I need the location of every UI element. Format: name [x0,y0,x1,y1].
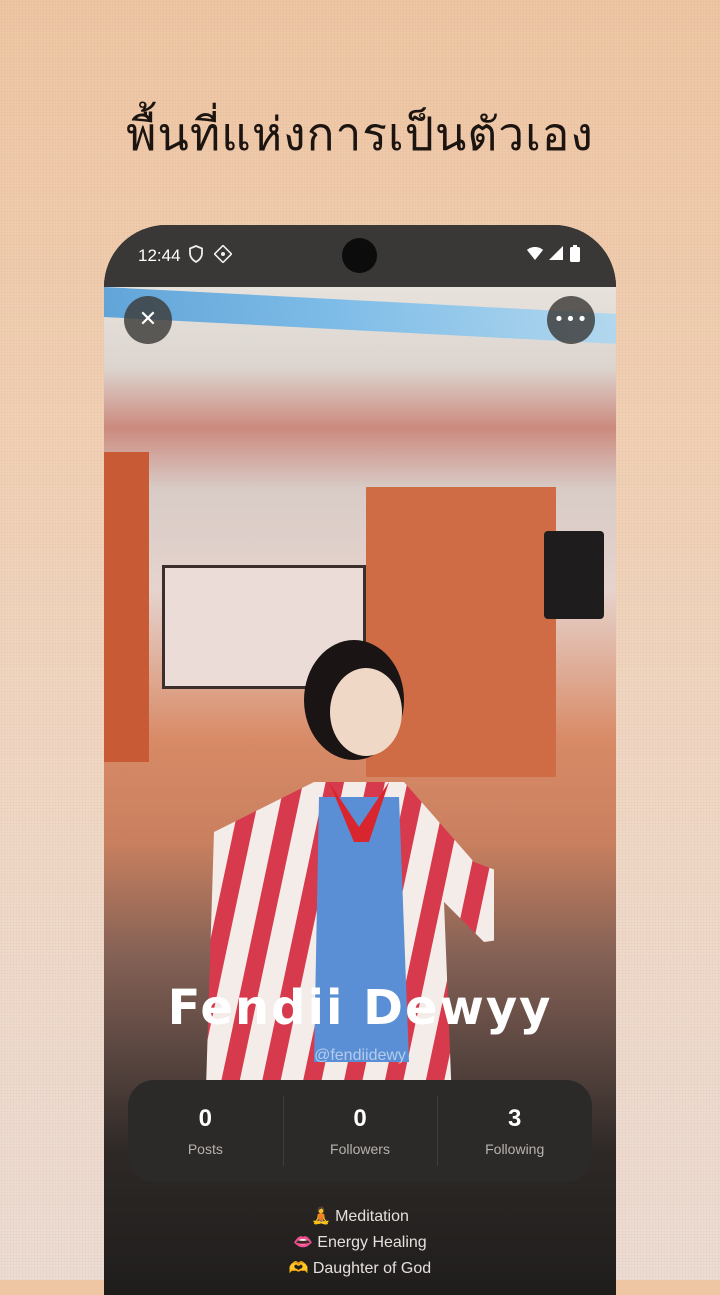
front-camera [342,238,377,273]
bio-text: Daughter of God [312,1260,432,1277]
stat-posts-value: 0 [198,1105,213,1132]
profile-name: Fendii Dewyy [167,980,553,1036]
curtain-left [104,452,149,762]
bio-line-meditation: 🧘 Meditation [104,1203,616,1229]
network-pattern-icon [213,244,233,268]
close-button[interactable]: ✕ [124,296,172,344]
person-figure [204,640,494,1152]
stat-following-label: Following [485,1141,545,1157]
heart-hands-emoji-icon: 🫶 [288,1258,309,1277]
profile-stats-card: 0 Posts 0 Followers 3 Following [128,1080,592,1182]
stat-followers[interactable]: 0 Followers [282,1080,438,1182]
shield-icon [188,245,204,268]
bio-text: Meditation [335,1208,409,1225]
stat-following[interactable]: 3 Following [437,1080,592,1182]
status-time: 12:44 [138,246,181,265]
stat-posts-label: Posts [187,1141,223,1157]
page-headline: พื้นที่แห่งการเป็นตัวเอง [126,107,594,161]
wifi-icon [526,245,544,266]
stat-posts[interactable]: 0 Posts [128,1080,283,1182]
signal-icon [548,245,564,266]
meditation-emoji-icon: 🧘 [311,1206,331,1225]
status-bar: 12:44 [104,225,616,287]
profile-bio: 🧘 Meditation 👄 Energy Healing 🫶 Daughter of… [104,1203,616,1281]
ceiling-light-strip [104,287,616,344]
phone-mockup: 12:44 ✕ ••• Fendii Dewyy @fendiidewy 0 P… [104,225,616,1295]
stat-following-value: 3 [508,1105,522,1132]
lips-emoji-icon: 👄 [293,1232,314,1251]
more-horizontal-icon: ••• [553,309,589,330]
close-icon: ✕ [138,307,158,332]
bio-line-energy-healing: 👄 Energy Healing [104,1229,616,1255]
speaker [544,531,604,619]
stat-followers-label: Followers [330,1141,390,1157]
bio-line-daughter-of-god: 🫶 Daughter of God [104,1255,616,1281]
stat-followers-value: 0 [353,1105,367,1132]
more-options-button[interactable]: ••• [547,296,595,344]
battery-icon [570,245,580,267]
profile-handle: @fendiidewy [314,1047,406,1064]
bio-text: Energy Healing [317,1234,427,1251]
